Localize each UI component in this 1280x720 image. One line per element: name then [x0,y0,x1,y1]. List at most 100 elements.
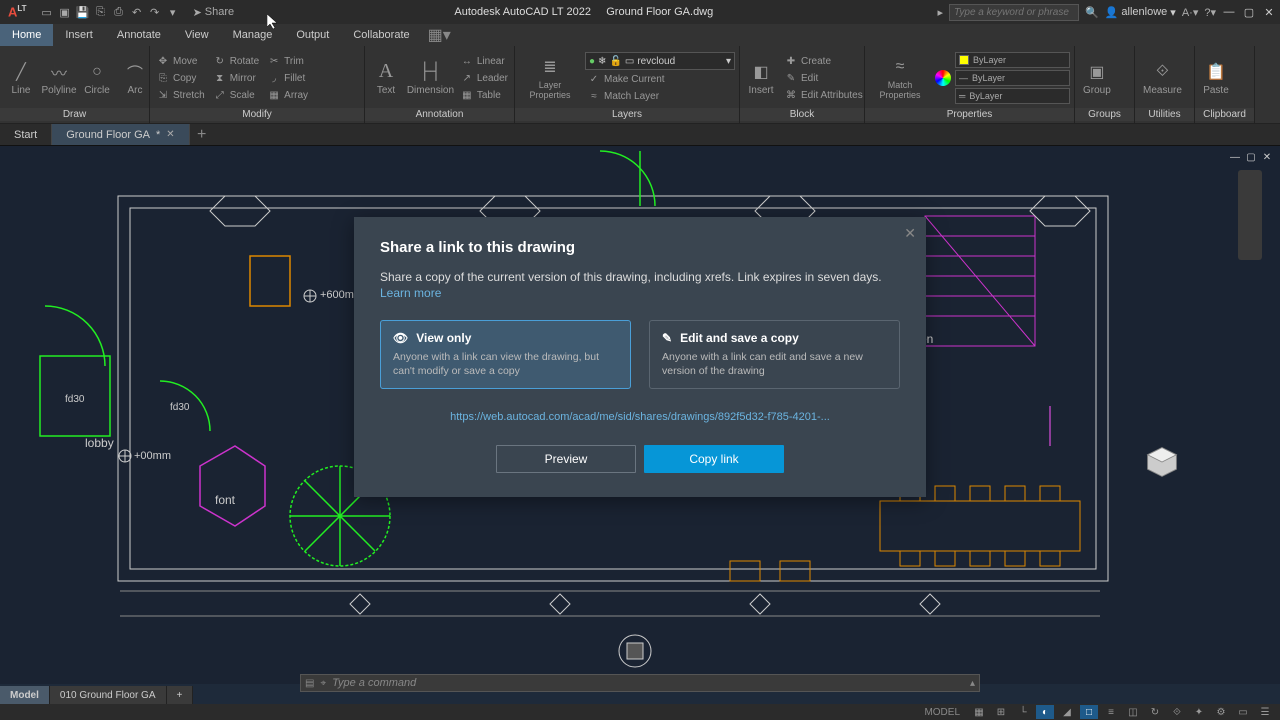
move-button[interactable]: ✥Move [154,53,207,69]
learn-more-link[interactable]: Learn more [380,286,900,300]
polyline-button[interactable]: 〰Polyline [42,59,76,98]
fillet-button[interactable]: ◞Fillet [265,70,310,86]
command-line[interactable]: ▤ ⌖ Type a command ▴ [300,674,980,692]
tab-output[interactable]: Output [284,24,341,46]
tab-manage[interactable]: Manage [221,24,285,46]
match-layer-button[interactable]: ≈Match Layer [585,88,735,104]
cycling-toggle[interactable]: ↻ [1146,705,1164,719]
minimize-button[interactable]: — [1222,5,1236,19]
dimension-button[interactable]: ├┤Dimension [407,59,454,98]
arrow-icon[interactable]: ▸ [937,6,943,19]
search-input[interactable] [949,4,1079,21]
arc-button[interactable]: ⌒Arc [118,59,152,98]
maximize-button[interactable]: ▢ [1242,5,1256,19]
array-button[interactable]: ▦Array [265,87,310,103]
group-button[interactable]: ▣Group [1079,59,1115,98]
panel-modify-title[interactable]: Modify [150,108,364,121]
rotate-button[interactable]: ↻Rotate [211,53,261,69]
workspace-switch[interactable]: ✦ [1190,705,1208,719]
linetype-selector[interactable]: ═ByLayer [955,88,1070,104]
panel-block-title[interactable]: Block [740,108,864,121]
layer-properties-button[interactable]: ≣Layer Properties [519,54,581,102]
command-history-icon[interactable]: ▤ [305,678,314,689]
leader-button[interactable]: ↗Leader [458,70,510,86]
status-model-label[interactable]: MODEL [924,707,960,718]
file-tab-start[interactable]: Start [0,124,52,145]
grid-toggle[interactable]: ▦ [970,705,988,719]
option-view-only[interactable]: 👁View only Anyone with a link can view t… [380,320,631,389]
lineweight-toggle[interactable]: ≡ [1102,705,1120,719]
transparency-toggle[interactable]: ◫ [1124,705,1142,719]
osnap-toggle[interactable]: □ [1080,705,1098,719]
layout-tab-add[interactable]: + [167,686,194,704]
redo-icon[interactable]: ↷ [147,4,163,20]
tab-home[interactable]: Home [0,24,53,46]
inner-minimize[interactable]: — [1228,150,1242,164]
ortho-toggle[interactable]: └ [1014,705,1032,719]
text-button[interactable]: AText [369,59,403,98]
panel-draw-title[interactable]: Draw [0,108,149,121]
color-selector[interactable]: ByLayer [955,52,1070,68]
mirror-button[interactable]: ⧗Mirror [211,70,261,86]
polar-toggle[interactable]: ◐ [1036,705,1054,719]
lineweight-selector[interactable]: —ByLayer [955,70,1070,86]
app-switcher-icon[interactable]: A·▾ [1182,6,1199,19]
circle-button[interactable]: ○Circle [80,59,114,98]
tab-annotate[interactable]: Annotate [105,24,173,46]
paste-button[interactable]: 📋Paste [1199,59,1233,98]
gear-icon[interactable]: ⚙ [1212,705,1230,719]
layout-tab-sheet[interactable]: 010 Ground Floor GA [50,686,167,704]
inner-maximize[interactable]: ▢ [1244,150,1258,164]
file-tab-ground-floor[interactable]: Ground Floor GA*✕ [52,124,189,145]
plot-icon[interactable]: ⎙ [111,4,127,20]
open-icon[interactable]: ▣ [57,4,73,20]
color-wheel-icon[interactable] [935,70,951,86]
help-icon[interactable]: ?▾ [1204,6,1216,19]
copy-link-button[interactable]: Copy link [644,445,784,473]
option-edit-copy[interactable]: ✎Edit and save a copy Anyone with a link… [649,320,900,389]
insert-block-button[interactable]: ◧Insert [744,59,778,98]
scale-button[interactable]: ⤢Scale [211,87,261,103]
search-icon[interactable]: 🔍 [1085,6,1099,19]
customization[interactable]: ☰ [1256,705,1274,719]
save-icon[interactable]: 💾 [75,4,91,20]
view-cube[interactable] [1144,444,1180,480]
table-button[interactable]: ▦Table [458,87,510,103]
edit-attributes-button[interactable]: ⌘Edit Attributes [782,87,865,103]
dialog-close-button[interactable]: ✕ [904,225,916,242]
match-properties-button[interactable]: ≈Match Properties [869,54,931,102]
share-url[interactable]: https://web.autocad.com/acad/me/sid/shar… [380,411,900,423]
layer-selector[interactable]: ●❄🔓▭ revcloud ▾ [585,52,735,70]
stretch-button[interactable]: ⇲Stretch [154,87,207,103]
block-create-button[interactable]: ✚Create [782,53,865,69]
linear-button[interactable]: ↔Linear [458,53,510,69]
clean-screen[interactable]: ▭ [1234,705,1252,719]
command-recent-icon[interactable]: ▴ [970,678,975,689]
apps-button[interactable]: ▦▾ [428,24,451,46]
line-button[interactable]: ╱Line [4,59,38,98]
inner-close[interactable]: ✕ [1260,150,1274,164]
new-tab-button[interactable]: + [190,124,214,145]
panel-properties-title[interactable]: Properties [865,108,1074,121]
close-button[interactable]: ✕ [1262,5,1276,19]
panel-clipboard-title[interactable]: Clipboard [1195,108,1254,121]
qat-dropdown-icon[interactable]: ▾ [165,4,181,20]
preview-button[interactable]: Preview [496,445,636,473]
close-tab-icon[interactable]: ✕ [166,129,174,140]
copy-button[interactable]: ⎘Copy [154,70,207,86]
tab-insert[interactable]: Insert [53,24,105,46]
isodraft-toggle[interactable]: ◢ [1058,705,1076,719]
saveas-icon[interactable]: ⎘ [93,4,109,20]
undo-icon[interactable]: ↶ [129,4,145,20]
share-button[interactable]: ➤ Share [193,6,235,19]
trim-button[interactable]: ✂Trim [265,53,310,69]
panel-annotation-title[interactable]: Annotation [365,108,514,121]
panel-groups-title[interactable]: Groups [1075,108,1134,121]
panel-layers-title[interactable]: Layers [515,108,739,121]
block-edit-button[interactable]: ✎Edit [782,70,865,86]
snap-toggle[interactable]: ⊞ [992,705,1010,719]
panel-utilities-title[interactable]: Utilities [1135,108,1194,121]
measure-button[interactable]: ⟐Measure [1139,59,1186,98]
make-current-button[interactable]: ✓Make Current [585,71,735,87]
tab-view[interactable]: View [173,24,221,46]
